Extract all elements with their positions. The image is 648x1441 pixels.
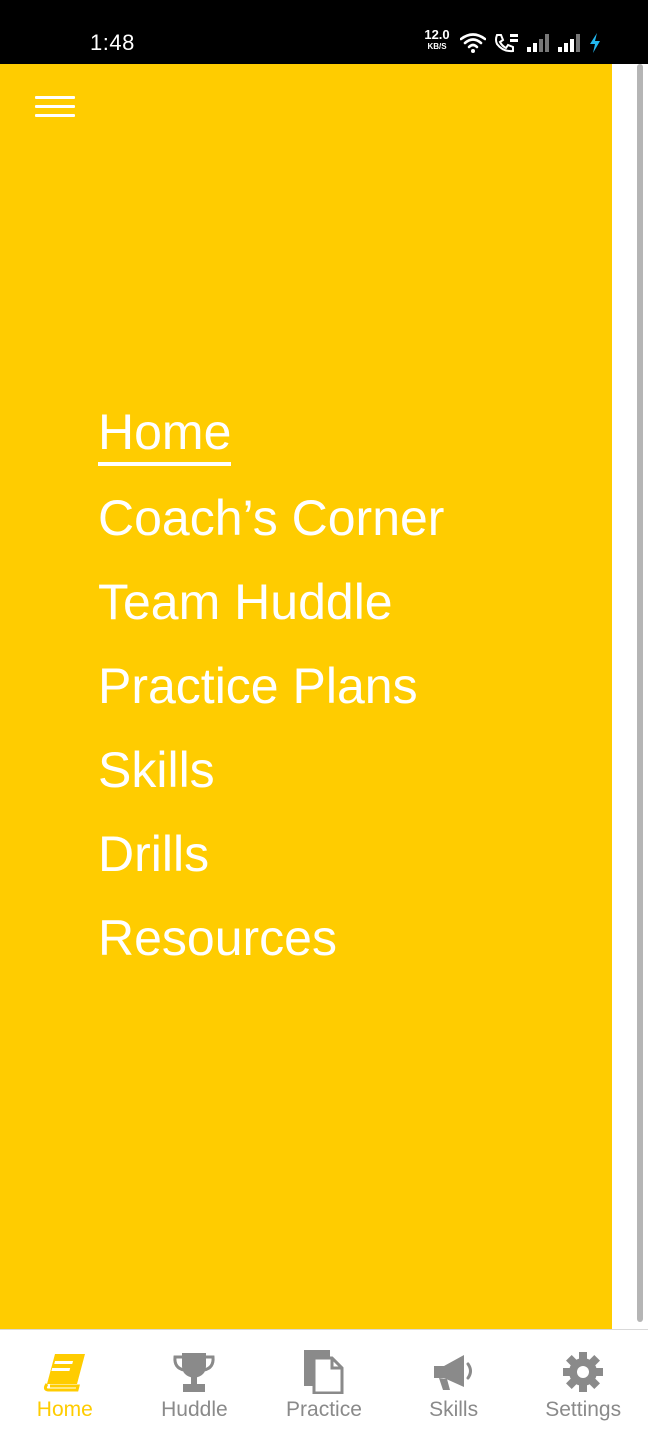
drawer-item-home[interactable]: Home bbox=[98, 402, 444, 486]
hamburger-line bbox=[35, 96, 75, 99]
drawer-item-coachs-corner[interactable]: Coach’s Corner bbox=[98, 486, 444, 570]
network-speed-value: 12.0 bbox=[424, 27, 450, 42]
tab-settings[interactable]: Settings bbox=[518, 1330, 648, 1441]
drawer-item-label[interactable]: Practice Plans bbox=[98, 654, 418, 718]
bottom-navigation: Home Huddle Practice Skills Settings bbox=[0, 1329, 648, 1441]
tab-label: Skills bbox=[429, 1398, 479, 1421]
drawer-item-label[interactable]: Coach’s Corner bbox=[98, 486, 444, 550]
signal-2-icon bbox=[558, 34, 580, 52]
drawer-item-label[interactable]: Resources bbox=[98, 906, 337, 970]
call-icon bbox=[495, 34, 518, 53]
drawer-item-label[interactable]: Home bbox=[98, 402, 232, 466]
charging-icon bbox=[590, 33, 600, 53]
drawer-item-practice-plans[interactable]: Practice Plans bbox=[98, 654, 444, 738]
drawer-item-drills[interactable]: Drills bbox=[98, 822, 444, 906]
drawer-item-skills[interactable]: Skills bbox=[98, 738, 444, 822]
hamburger-line bbox=[35, 114, 75, 117]
tab-skills[interactable]: Skills bbox=[389, 1330, 519, 1441]
scrollbar[interactable] bbox=[637, 64, 643, 1322]
status-icons bbox=[460, 31, 602, 55]
tab-label: Huddle bbox=[161, 1398, 228, 1421]
wifi-icon bbox=[460, 33, 486, 53]
tab-home[interactable]: Home bbox=[0, 1330, 130, 1441]
navigation-drawer: Home Coach’s Corner Team Huddle Practice… bbox=[0, 64, 612, 1329]
tab-huddle[interactable]: Huddle bbox=[130, 1330, 260, 1441]
signal-1-icon bbox=[527, 34, 549, 52]
drawer-item-label[interactable]: Drills bbox=[98, 822, 209, 886]
trophy-icon bbox=[173, 1353, 215, 1392]
tab-label: Practice bbox=[286, 1398, 362, 1421]
tab-label: Home bbox=[36, 1398, 93, 1421]
drawer-item-resources[interactable]: Resources bbox=[98, 906, 444, 990]
drawer-item-team-huddle[interactable]: Team Huddle bbox=[98, 570, 444, 654]
book-icon bbox=[43, 1354, 85, 1392]
tab-label: Settings bbox=[545, 1398, 622, 1421]
tab-practice[interactable]: Practice bbox=[259, 1330, 389, 1441]
network-speed: 12.0 KB/S bbox=[422, 27, 452, 52]
status-time: 1:48 bbox=[90, 30, 135, 55]
hamburger-line bbox=[35, 105, 75, 108]
drawer-item-label[interactable]: Team Huddle bbox=[98, 570, 393, 634]
megaphone-icon bbox=[433, 1355, 472, 1390]
menu-button[interactable] bbox=[24, 84, 84, 130]
network-speed-unit: KB/S bbox=[427, 42, 447, 51]
status-bar: 1:48 12.0 KB/S bbox=[0, 0, 648, 64]
documents-icon bbox=[303, 1350, 344, 1394]
drawer-menu: Home Coach’s Corner Team Huddle Practice… bbox=[98, 402, 444, 990]
gear-icon bbox=[563, 1352, 604, 1392]
drawer-item-label[interactable]: Skills bbox=[98, 738, 215, 802]
content-edge bbox=[612, 64, 648, 1329]
